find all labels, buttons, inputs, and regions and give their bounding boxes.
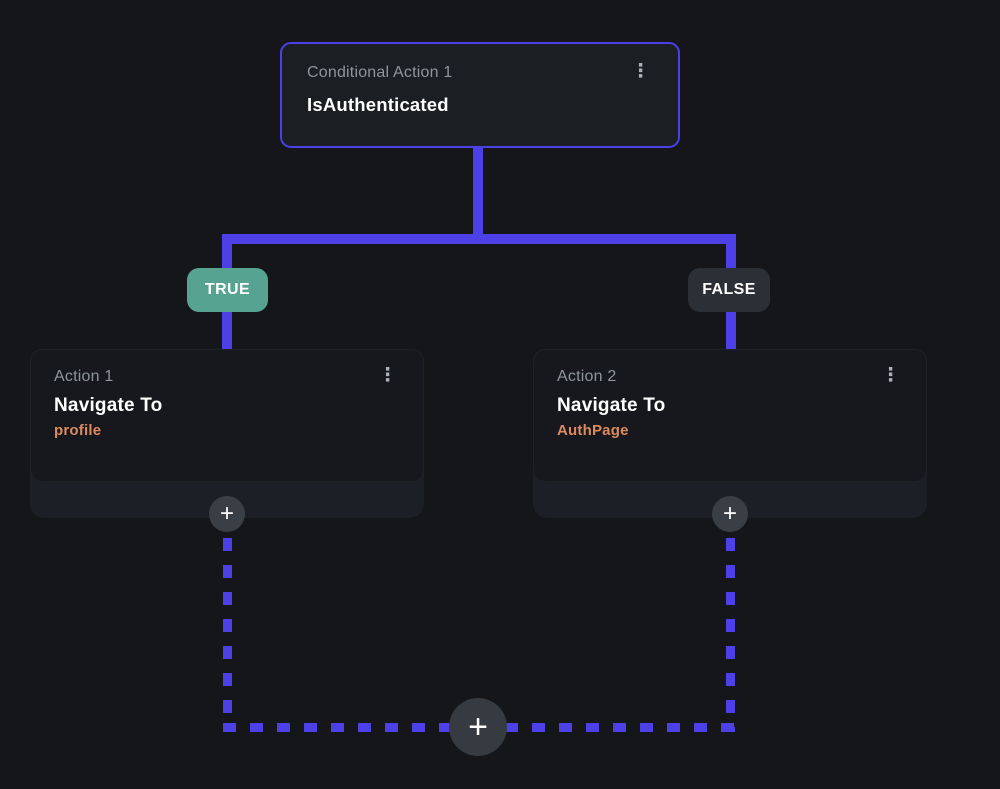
connector-branch-bar	[222, 234, 736, 244]
add-merged-action-button[interactable]: +	[449, 698, 507, 756]
dashed-connector-right-horizontal	[478, 723, 735, 732]
action-node-1-label: Action 1	[54, 368, 114, 385]
dashed-connector-left-horizontal	[223, 723, 479, 732]
dashed-connector-true-vertical	[223, 538, 232, 732]
kebab-menu-icon[interactable]: ⋮	[372, 366, 403, 385]
action-node-2-action: Navigate To	[557, 395, 666, 416]
true-branch-badge: TRUE	[187, 268, 268, 312]
action-node-2-label: Action 2	[557, 368, 617, 385]
condition-node[interactable]: Conditional Action 1 ⋮ IsAuthenticated	[280, 42, 680, 148]
action-node-2[interactable]: Action 2 ⋮ Navigate To AuthPage	[533, 349, 927, 482]
false-branch-badge: FALSE	[688, 268, 770, 312]
kebab-menu-icon[interactable]: ⋮	[625, 62, 656, 81]
action-node-2-header: Action 2 ⋮	[557, 366, 906, 386]
action-node-1-target: profile	[54, 422, 102, 439]
kebab-menu-icon[interactable]: ⋮	[875, 366, 906, 385]
connector-stem-line	[473, 146, 483, 238]
action-node-1-header: Action 1 ⋮	[54, 366, 403, 386]
add-action-button-false[interactable]: +	[712, 496, 748, 532]
dashed-connector-false-vertical	[726, 538, 735, 732]
condition-node-header: Conditional Action 1 ⋮	[307, 62, 656, 82]
action-node-1[interactable]: Action 1 ⋮ Navigate To profile	[30, 349, 424, 482]
action-node-2-target: AuthPage	[557, 422, 629, 439]
condition-node-value: IsAuthenticated	[307, 94, 449, 115]
add-action-button-true[interactable]: +	[209, 496, 245, 532]
action-flow-canvas: Conditional Action 1 ⋮ IsAuthenticated T…	[0, 0, 1000, 789]
action-node-1-action: Navigate To	[54, 395, 163, 416]
condition-node-label: Conditional Action 1	[307, 64, 453, 81]
